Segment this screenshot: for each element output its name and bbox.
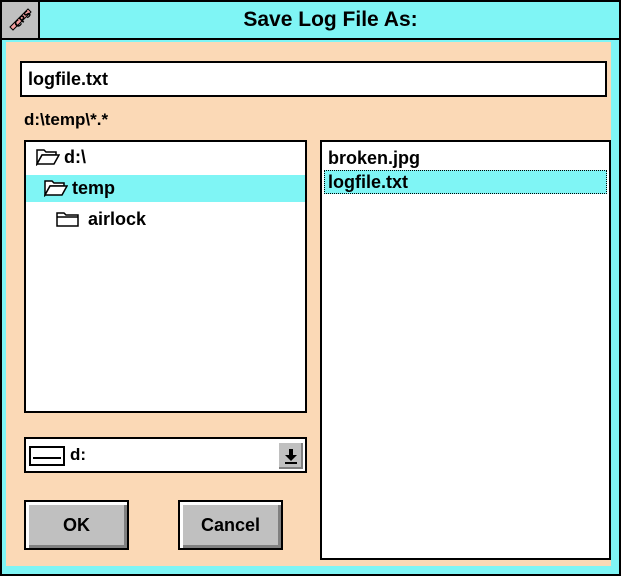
cps-logo-icon: CPS — [6, 5, 34, 33]
title-bar[interactable]: CPS Save Log File As: — [2, 2, 619, 40]
cancel-button[interactable]: Cancel — [178, 500, 283, 550]
open-folder-icon — [36, 149, 60, 166]
drive-dropdown-button[interactable] — [277, 441, 303, 469]
current-path-label: d:\temp\*.* — [24, 110, 109, 129]
dir-item-airlock[interactable]: airlock — [26, 206, 305, 233]
system-menu-button[interactable]: CPS — [2, 2, 40, 38]
down-arrow-icon — [285, 449, 297, 464]
dir-item-label: temp — [72, 178, 116, 198]
file-item-logfile-txt[interactable]: logfile.txt — [324, 170, 607, 194]
dir-item-root[interactable]: d:\ — [26, 144, 305, 171]
dir-item-label: d:\ — [64, 147, 86, 167]
dir-item-temp[interactable]: temp — [26, 175, 305, 202]
open-folder-icon — [44, 180, 68, 197]
drive-icon — [29, 446, 65, 466]
directory-list[interactable]: d:\ temp airlock — [24, 140, 307, 413]
dir-item-label: airlock — [88, 209, 147, 229]
dialog-title: Save Log File As: — [243, 8, 418, 31]
ok-button[interactable]: OK — [24, 500, 129, 550]
file-list[interactable]: broken.jpg logfile.txt — [320, 140, 611, 560]
drive-select-value: d: — [70, 445, 87, 464]
drive-select[interactable]: d: — [24, 437, 307, 473]
filename-input[interactable]: logfile.txt — [20, 61, 607, 97]
file-item-broken-jpg[interactable]: broken.jpg — [324, 146, 607, 170]
closed-folder-icon — [56, 212, 79, 227]
